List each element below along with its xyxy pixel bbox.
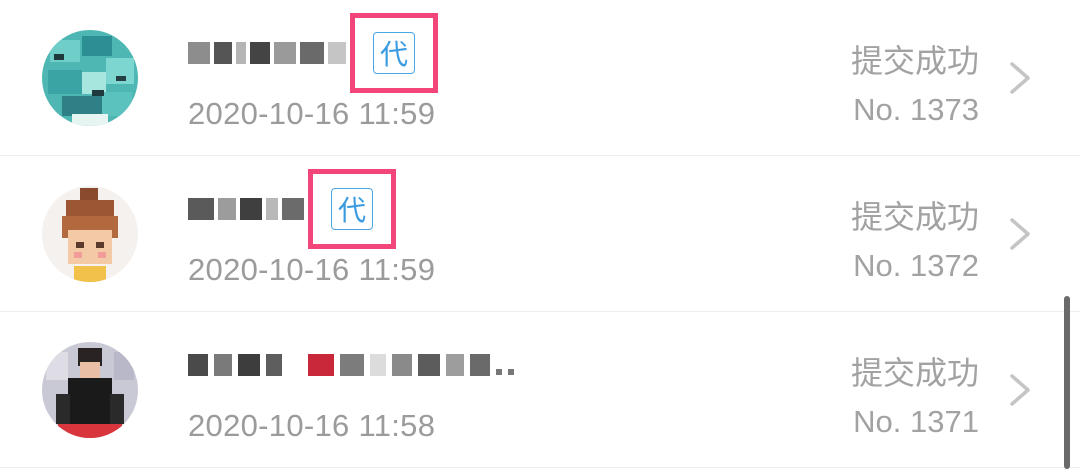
list-item[interactable]: 2020-10-16 11:58 提交成功 No. 1371 xyxy=(0,312,1080,468)
record-number: No. 1371 xyxy=(853,404,979,439)
timestamp: 2020-10-16 11:59 xyxy=(188,96,436,131)
chevron-right-icon xyxy=(1010,218,1030,250)
blurred-name xyxy=(188,194,304,224)
avatar xyxy=(42,30,138,126)
tag-highlight-box: 代 xyxy=(350,13,438,93)
chevron-right-icon xyxy=(1010,62,1030,94)
record-number: No. 1373 xyxy=(853,92,979,127)
proxy-tag-badge: 代 xyxy=(373,32,415,74)
status-text: 提交成功 xyxy=(850,42,979,80)
list-item[interactable]: 代 2020-10-16 11:59 提交成功 No. 1373 xyxy=(0,0,1080,156)
timestamp: 2020-10-16 11:58 xyxy=(188,408,436,443)
timestamp: 2020-10-16 11:59 xyxy=(188,252,436,287)
blurred-name xyxy=(188,350,514,380)
name-row: 代 xyxy=(188,169,396,249)
list-item[interactable]: 代 2020-10-16 11:59 提交成功 No. 1372 xyxy=(0,156,1080,312)
chevron-right-icon xyxy=(1010,374,1030,406)
status-text: 提交成功 xyxy=(850,198,979,236)
avatar xyxy=(42,342,138,438)
tag-highlight-box: 代 xyxy=(308,169,396,249)
record-number: No. 1372 xyxy=(853,248,979,283)
name-row xyxy=(188,340,514,390)
status-text: 提交成功 xyxy=(850,354,979,392)
name-row: 代 xyxy=(188,13,438,93)
submission-list: 代 2020-10-16 11:59 提交成功 No. 1373 代 2020-… xyxy=(0,0,1080,468)
scrollbar-thumb[interactable] xyxy=(1064,296,1070,469)
proxy-tag-badge: 代 xyxy=(331,188,373,230)
blurred-name xyxy=(188,38,346,68)
avatar xyxy=(42,186,138,282)
